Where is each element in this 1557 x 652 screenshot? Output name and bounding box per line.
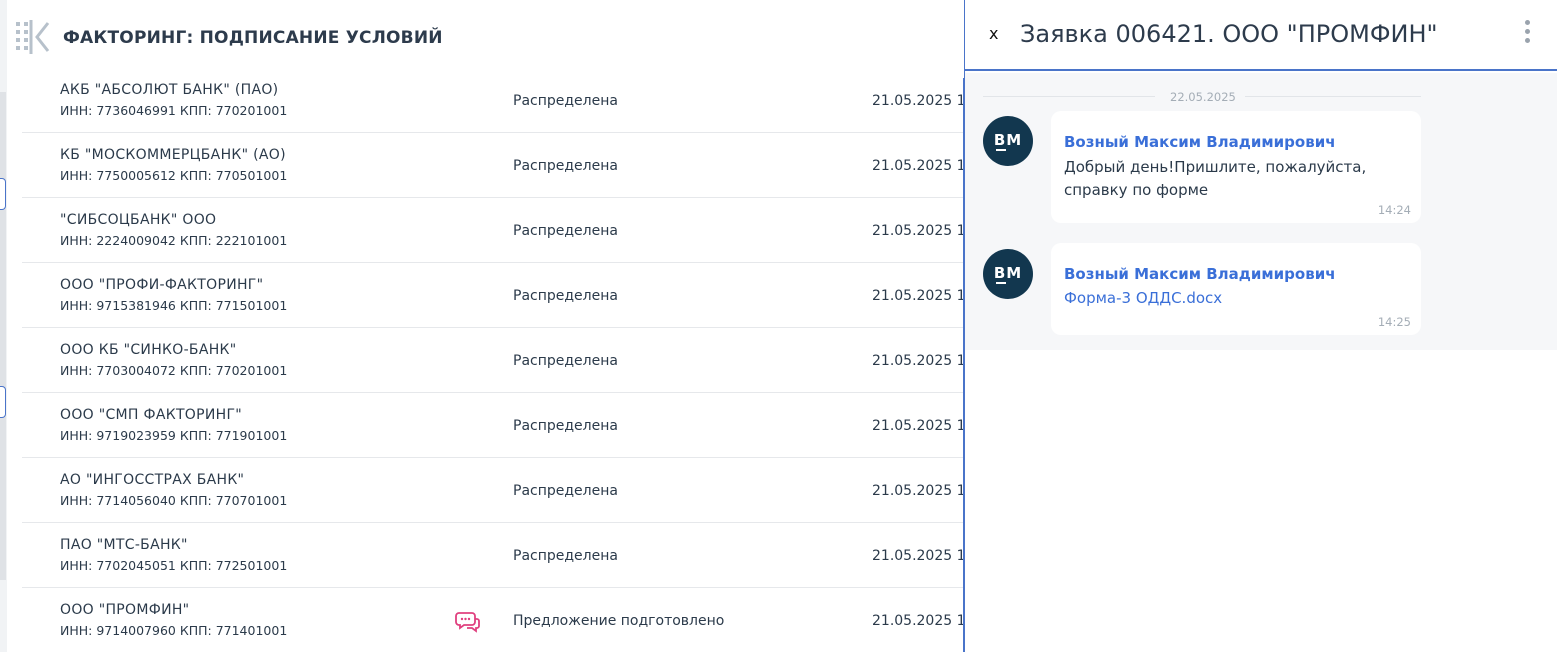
- message-sender[interactable]: Возный Максим Владимирович: [1064, 265, 1336, 283]
- table-row[interactable]: "СИБСОЦБАНК" ООО ИНН: 2224009042 КПП: 22…: [22, 198, 964, 263]
- kebab-menu-icon[interactable]: [1521, 20, 1533, 46]
- request-status: Распределена: [513, 548, 618, 564]
- request-status: Распределена: [513, 353, 618, 369]
- main-panel: ФАКТОРИНГ: ПОДПИСАНИЕ УСЛОВИЙ АКБ "АБСОЛ…: [7, 0, 964, 652]
- bank-name: ООО КБ "СИНКО-БАНК": [60, 342, 237, 358]
- request-date: 21.05.2025 1: [872, 288, 964, 304]
- request-status: Предложение подготовлено: [513, 613, 725, 629]
- table-row[interactable]: АО "ИНГОССТРАХ БАНК" ИНН: 7714056040 КПП…: [22, 458, 964, 523]
- bank-inn-kpp: ИНН: 7703004072 КПП: 770201001: [60, 363, 288, 378]
- table-row[interactable]: ООО "ПРОФИ-ФАКТОРИНГ" ИНН: 9715381946 КП…: [22, 263, 964, 328]
- chat-title: Заявка 006421. ООО "ПРОМФИН": [1020, 20, 1438, 48]
- table-row[interactable]: ООО КБ "СИНКО-БАНК" ИНН: 7703004072 КПП:…: [22, 328, 964, 393]
- avatar: BM: [983, 116, 1033, 166]
- table-row[interactable]: ПАО "МТС-БАНК" ИНН: 7702045051 КПП: 7725…: [22, 523, 964, 588]
- date-separator: 22.05.2025: [983, 90, 1421, 104]
- bank-inn-kpp: ИНН: 7750005612 КПП: 770501001: [60, 168, 288, 183]
- bank-name: ООО "СМП ФАКТОРИНГ": [60, 407, 243, 423]
- request-status: Распределена: [513, 418, 618, 434]
- request-status: Распределена: [513, 93, 618, 109]
- request-status: Распределена: [513, 288, 618, 304]
- request-date: 21.05.2025 1: [872, 613, 964, 629]
- sidebar-collapse-icon[interactable]: [16, 19, 50, 55]
- chat-messages: 22.05.2025 BM Возный Максим Владимирович…: [965, 73, 1557, 350]
- bank-name: ООО "ПРОМФИН": [60, 602, 190, 618]
- main-header: ФАКТОРИНГ: ПОДПИСАНИЕ УСЛОВИЙ: [7, 0, 964, 78]
- bank-inn-kpp: ИНН: 7736046991 КПП: 770201001: [60, 103, 288, 118]
- message-sender[interactable]: Возный Максим Владимирович: [1064, 133, 1336, 151]
- table-row[interactable]: ООО "СМП ФАКТОРИНГ" ИНН: 9719023959 КПП:…: [22, 393, 964, 458]
- left-strip-tab[interactable]: [0, 386, 6, 418]
- bank-name: АКБ "АБСОЛЮТ БАНК" (ПАО): [60, 82, 279, 98]
- request-date: 21.05.2025 1: [872, 93, 964, 109]
- message-text: Добрый день!Пришлите, пожалуйста, справк…: [1064, 158, 1367, 199]
- request-date: 21.05.2025 1: [872, 353, 964, 369]
- table-row[interactable]: КБ "МОСКОММЕРЦБАНК" (АО) ИНН: 7750005612…: [22, 133, 964, 198]
- message-bubble: Возный Максим Владимирович Форма-3 ОДДС.…: [1051, 243, 1421, 335]
- page-title: ФАКТОРИНГ: ПОДПИСАНИЕ УСЛОВИЙ: [63, 28, 443, 48]
- request-date: 21.05.2025 1: [872, 158, 964, 174]
- message-bubble: Возный Максим Владимирович Добрый день!П…: [1051, 111, 1421, 223]
- request-date: 21.05.2025 1: [872, 548, 964, 564]
- date-separator-label: 22.05.2025: [1170, 90, 1236, 104]
- chat-bubble-icon[interactable]: [455, 611, 481, 633]
- bank-name: АО "ИНГОССТРАХ БАНК": [60, 472, 245, 488]
- message-time: 14:24: [1377, 203, 1411, 217]
- requests-list: АКБ "АБСОЛЮТ БАНК" (ПАО) ИНН: 7736046991…: [22, 78, 964, 652]
- chat-panel: x Заявка 006421. ООО "ПРОМФИН" 22.05.202…: [963, 0, 1557, 652]
- request-date: 21.05.2025 1: [872, 223, 964, 239]
- bank-inn-kpp: ИНН: 9715381946 КПП: 771501001: [60, 298, 288, 313]
- close-button[interactable]: x: [989, 24, 998, 43]
- bank-inn-kpp: ИНН: 7714056040 КПП: 770701001: [60, 493, 288, 508]
- bank-name: "СИБСОЦБАНК" ООО: [60, 212, 217, 228]
- request-status: Распределена: [513, 158, 618, 174]
- avatar-initials: BM: [993, 264, 1023, 282]
- request-status: Распределена: [513, 483, 618, 499]
- bank-inn-kpp: ИНН: 2224009042 КПП: 222101001: [60, 233, 288, 248]
- bank-name: ПАО "МТС-БАНК": [60, 537, 188, 553]
- chat-header: x Заявка 006421. ООО "ПРОМФИН": [965, 0, 1557, 71]
- avatar-initials: BM: [993, 131, 1023, 149]
- bank-name: ООО "ПРОФИ-ФАКТОРИНГ": [60, 277, 264, 293]
- left-strip-shade: [0, 92, 6, 580]
- request-status: Распределена: [513, 223, 618, 239]
- attachment-link[interactable]: Форма-3 ОДДС.docx: [1064, 289, 1222, 307]
- table-row[interactable]: ООО "ПРОМФИН" ИНН: 9714007960 КПП: 77140…: [22, 588, 964, 652]
- bank-inn-kpp: ИНН: 9719023959 КПП: 771901001: [60, 428, 288, 443]
- message-time: 14:25: [1377, 315, 1411, 329]
- table-row[interactable]: АКБ "АБСОЛЮТ БАНК" (ПАО) ИНН: 7736046991…: [22, 78, 964, 133]
- avatar: BM: [983, 249, 1033, 299]
- bank-inn-kpp: ИНН: 9714007960 КПП: 771401001: [60, 623, 288, 638]
- bank-name: КБ "МОСКОММЕРЦБАНК" (АО): [60, 147, 286, 163]
- left-strip-tab[interactable]: [0, 178, 6, 210]
- request-date: 21.05.2025 1: [872, 418, 964, 434]
- bank-inn-kpp: ИНН: 7702045051 КПП: 772501001: [60, 558, 288, 573]
- request-date: 21.05.2025 1: [872, 483, 964, 499]
